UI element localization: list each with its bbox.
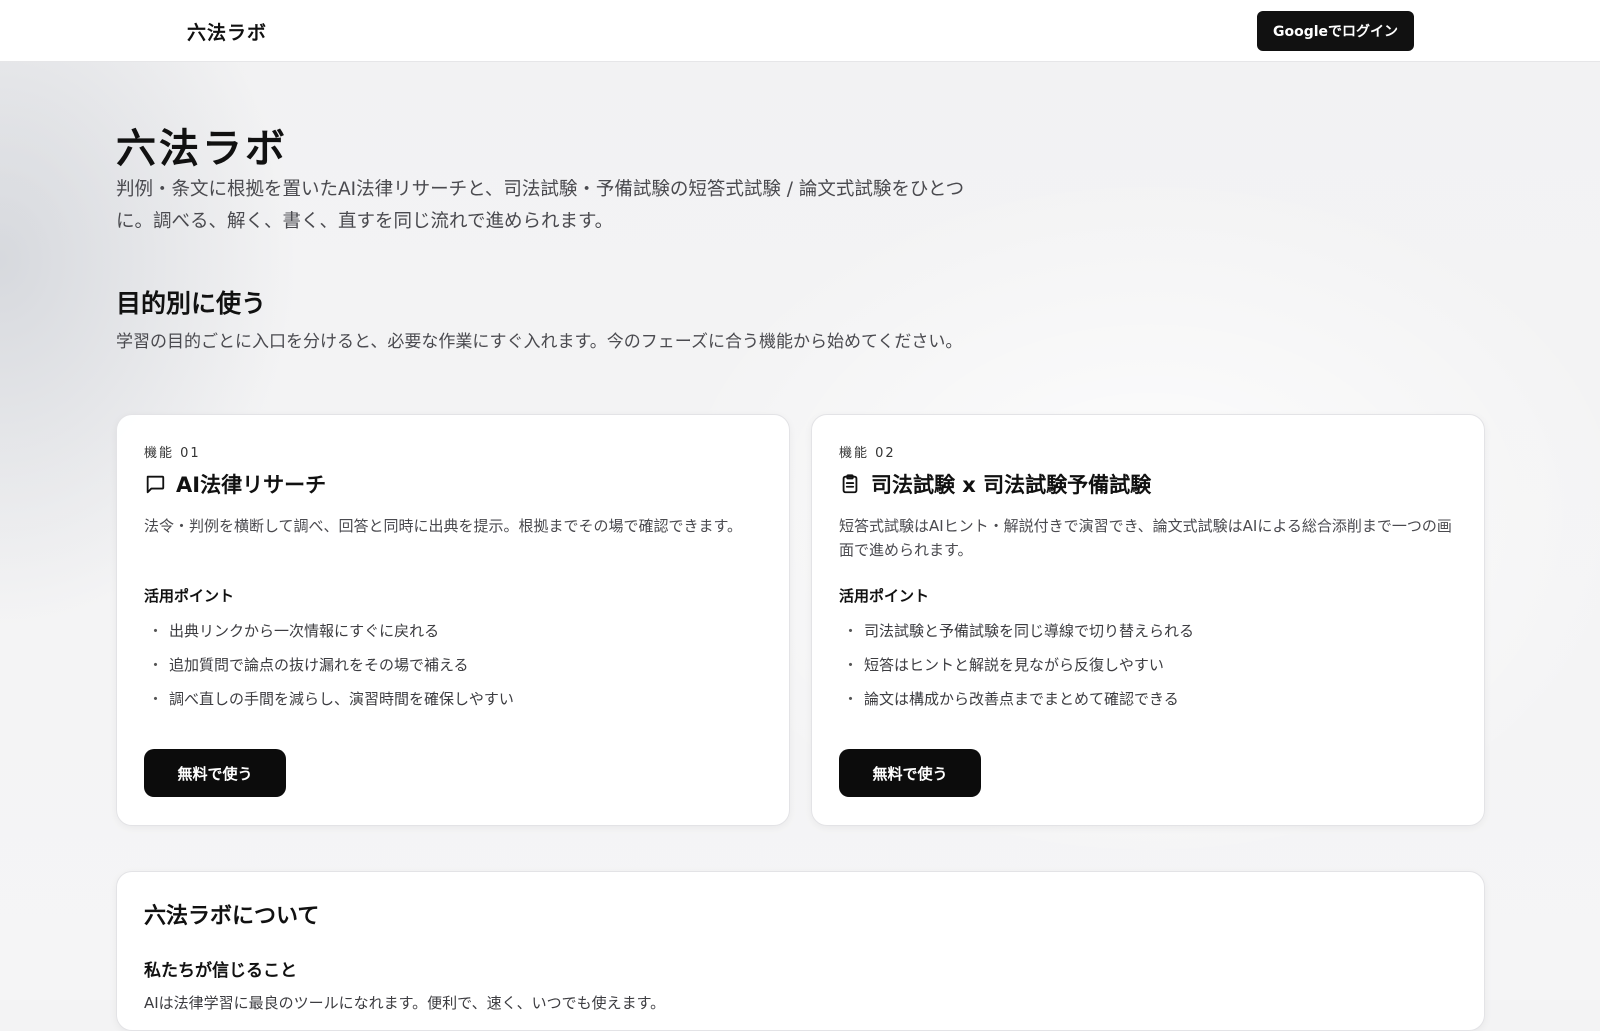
google-login-button[interactable]: Googleでログイン — [1257, 11, 1414, 51]
research-free-use-button[interactable]: 無料で使う — [144, 749, 286, 797]
clipboard-icon — [839, 473, 861, 495]
chat-bubble-icon — [144, 473, 166, 495]
exam-free-use-button[interactable]: 無料で使う — [839, 749, 981, 797]
bullet-icon: ・ — [843, 655, 858, 675]
list-item: ・短答はヒントと解説を見ながら反復しやすい — [839, 655, 1459, 689]
feature-title: AI法律リサーチ — [176, 469, 326, 499]
feature-kicker: 機能 02 — [839, 442, 896, 461]
feature-card-research: 機能 01 AI法律リサーチ 法令・判例を横断して調べ、回答と同時に出典を提示。… — [116, 414, 790, 826]
bullet-icon: ・ — [148, 655, 163, 675]
bullet-icon: ・ — [148, 621, 163, 641]
feature-points-heading: 活用ポイント — [144, 585, 234, 606]
about-text: AIは法律学習に最良のツールになれます。便利で、速く、いつでも使えます。 — [144, 992, 1044, 1013]
feature-description: 短答式試験はAIヒント・解説付きで演習でき、論文式試験はAIによる総合添削まで一… — [839, 514, 1459, 562]
purpose-section-description: 学習の目的ごとに入口を分けると、必要な作業にすぐ入れます。今のフェーズに合う機能… — [116, 328, 976, 357]
list-item: ・調べ直しの手間を減らし、演習時間を確保しやすい — [144, 689, 764, 723]
feature-points-list: ・出典リンクから一次情報にすぐに戻れる ・追加質問で論点の抜け漏れをその場で補え… — [144, 621, 764, 723]
feature-title-row: 司法試験 x 司法試験予備試験 — [839, 469, 1151, 499]
purpose-section-title: 目的別に使う — [116, 284, 266, 320]
hero-title: 六法ラボ — [116, 116, 288, 174]
feature-points-heading: 活用ポイント — [839, 585, 929, 606]
list-item: ・出典リンクから一次情報にすぐに戻れる — [144, 621, 764, 655]
top-bar: 六法ラボ Googleでログイン — [0, 0, 1600, 62]
feature-card-bar-exam: 機能 02 司法試験 x 司法試験予備試験 短答式試験はAIヒント・解説付きで演… — [811, 414, 1485, 826]
feature-kicker: 機能 01 — [144, 442, 201, 461]
feature-title-row: AI法律リサーチ — [144, 469, 326, 499]
feature-title: 司法試験 x 司法試験予備試験 — [871, 469, 1151, 499]
about-title: 六法ラボについて — [144, 898, 319, 930]
list-item: ・司法試験と予備試験を同じ導線で切り替えられる — [839, 621, 1459, 655]
header-logo[interactable]: 六法ラボ — [187, 18, 267, 45]
hero-description: 判例・条文に根拠を置いたAI法律リサーチと、司法試験・予備試験の短答式試験 / … — [116, 174, 966, 238]
bullet-icon: ・ — [843, 621, 858, 641]
bullet-icon: ・ — [843, 689, 858, 709]
list-item: ・論文は構成から改善点までまとめて確認できる — [839, 689, 1459, 723]
about-card: 六法ラボについて 私たちが信じること AIは法律学習に最良のツールになれます。便… — [116, 871, 1485, 1031]
feature-points-list: ・司法試験と予備試験を同じ導線で切り替えられる ・短答はヒントと解説を見ながら反… — [839, 621, 1459, 723]
list-item: ・追加質問で論点の抜け漏れをその場で補える — [144, 655, 764, 689]
bullet-icon: ・ — [148, 689, 163, 709]
feature-description: 法令・判例を横断して調べ、回答と同時に出典を提示。根拠までその場で確認できます。 — [144, 514, 764, 538]
about-subhead: 私たちが信じること — [144, 956, 297, 981]
